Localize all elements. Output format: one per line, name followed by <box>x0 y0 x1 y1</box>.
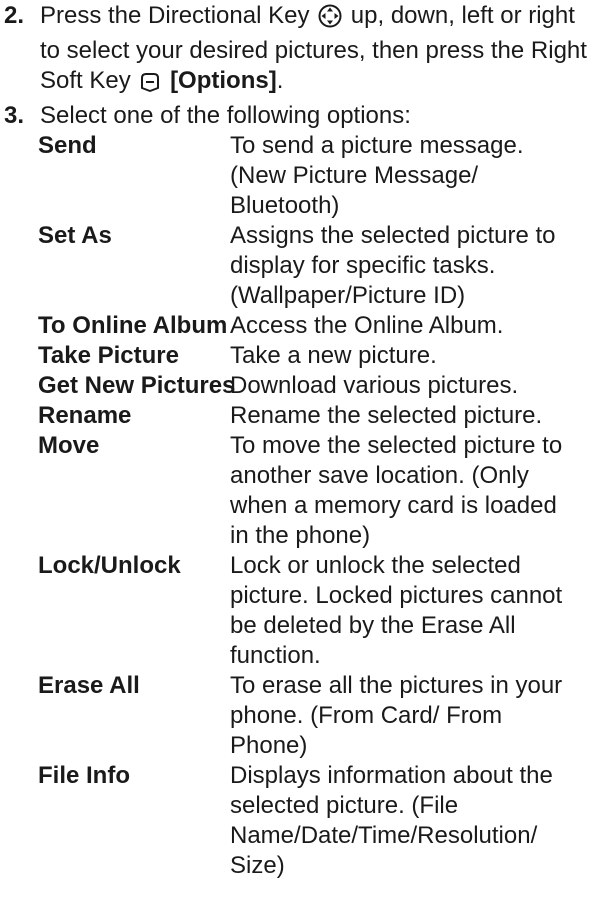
option-row-erase-all: Erase All To erase all the pictures in y… <box>0 671 592 761</box>
option-row-get-new-pictures: Get New Pictures Download various pictur… <box>0 371 592 401</box>
options-list: Send To send a picture message. (New Pic… <box>0 131 592 881</box>
option-label: Move <box>38 432 100 459</box>
option-label: Get New Pictures <box>38 372 236 399</box>
step-number: 2. <box>4 2 25 29</box>
option-description: Assigns the selected picture to display … <box>230 222 556 309</box>
option-row-rename: Rename Rename the selected picture. <box>0 401 592 431</box>
option-row-file-info: File Info Displays information about the… <box>0 761 592 881</box>
option-row-send: Send To send a picture message. (New Pic… <box>0 131 592 221</box>
option-description: Access the Online Album. <box>230 312 504 339</box>
manual-page: 2. Press the Directional Key up, down, l… <box>0 0 592 909</box>
option-description: Download various pictures. <box>230 372 519 399</box>
option-label: To Online Album <box>38 312 228 339</box>
option-description: Displays information about the selected … <box>230 762 553 879</box>
step-3-text: Select one of the following options: <box>40 102 411 129</box>
option-row-move: Move To move the selected picture to ano… <box>0 431 592 551</box>
option-row-lock-unlock: Lock/Unlock Lock or unlock the selected … <box>0 551 592 671</box>
option-description: To send a picture message. (New Picture … <box>230 132 524 219</box>
option-label: Set As <box>38 222 112 249</box>
option-label: Erase All <box>38 672 140 699</box>
option-label: Take Picture <box>38 342 179 369</box>
option-description: Rename the selected picture. <box>230 402 543 429</box>
option-row-set-as: Set As Assigns the selected picture to d… <box>0 221 592 311</box>
options-key-label: [Options] <box>170 67 277 94</box>
option-label: File Info <box>38 762 130 789</box>
step-number: 3. <box>4 102 25 129</box>
step-2-text-before: Press the Directional Key <box>40 2 310 29</box>
option-label: Send <box>38 132 97 159</box>
step-2-end: . <box>276 67 284 94</box>
right-soft-key-icon <box>139 71 161 101</box>
option-description: To erase all the pictures in your phone.… <box>230 672 563 759</box>
option-description: Take a new picture. <box>230 342 437 369</box>
step-2: 2. Press the Directional Key up, down, l… <box>0 1 592 101</box>
option-row-to-online-album: To Online Album Access the Online Album. <box>0 311 592 341</box>
option-description: Lock or unlock the selected picture. Loc… <box>230 552 563 669</box>
option-row-take-picture: Take Picture Take a new picture. <box>0 341 592 371</box>
directional-key-icon <box>318 4 342 36</box>
option-label: Lock/Unlock <box>38 552 181 579</box>
step-3: 3. Select one of the following options: <box>0 101 592 131</box>
option-description: To move the selected picture to another … <box>230 432 563 549</box>
option-label: Rename <box>38 402 132 429</box>
